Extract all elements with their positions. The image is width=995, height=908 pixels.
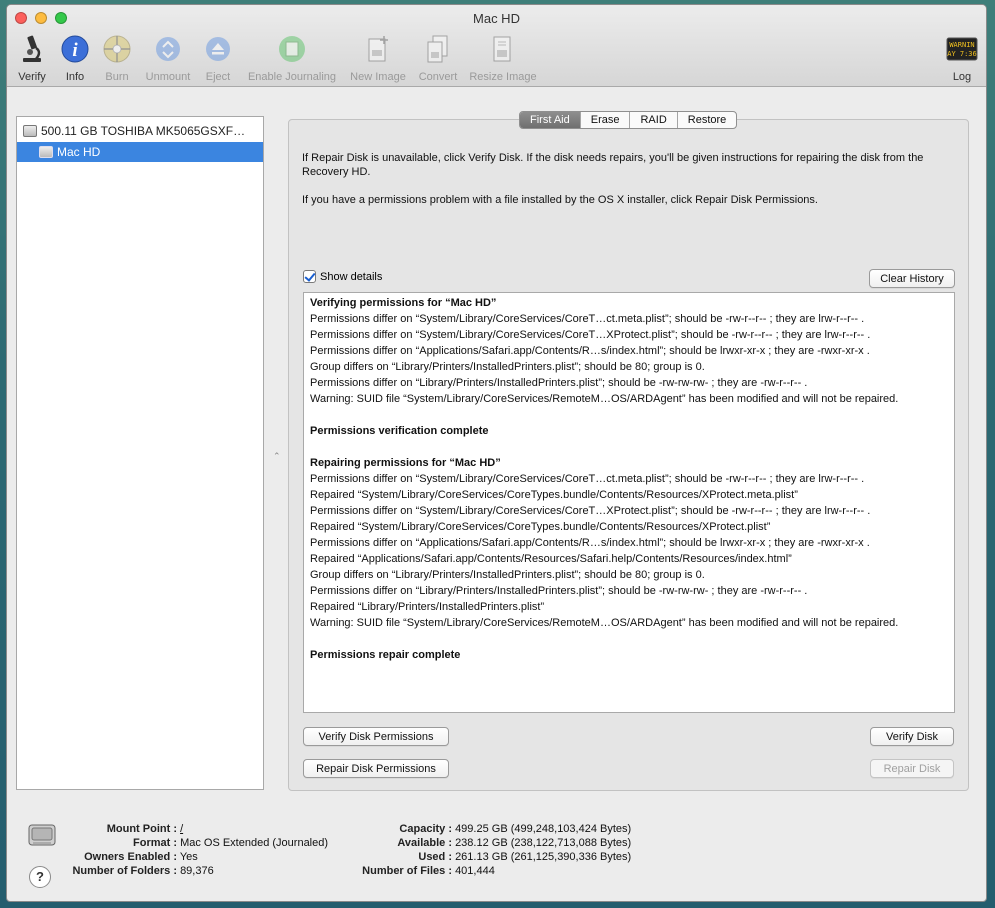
info-value: 499.25 GB (499,248,103,424 Bytes) xyxy=(455,823,632,835)
info-format: Format : Mac OS Extended (Journaled) xyxy=(67,836,328,850)
info-key: Mount Point : xyxy=(106,823,177,835)
log-icon-line1: WARNIN xyxy=(949,41,974,49)
info-value: Yes xyxy=(179,851,198,863)
new-image-icon xyxy=(362,33,394,65)
tab-erase[interactable]: Erase xyxy=(581,112,631,128)
toolbar-label: Enable Journaling xyxy=(247,71,337,83)
volume-label: Mac HD xyxy=(57,145,101,159)
window-title: Mac HD xyxy=(473,11,520,26)
log-heading: Repairing permissions for “Mac HD” xyxy=(310,457,501,469)
disk-list-sidebar: 500.11 GB TOSHIBA MK5065GSXF… Mac HD xyxy=(16,116,264,790)
tab-restore[interactable]: Restore xyxy=(678,112,737,128)
tab-raid[interactable]: RAID xyxy=(630,112,678,128)
log-line: Permissions differ on “System/Library/Co… xyxy=(310,473,865,485)
info-key: Owners Enabled : xyxy=(84,851,177,863)
log-line: Repaired “System/Library/CoreServices/Co… xyxy=(310,521,771,533)
repair-disk-button: Repair Disk xyxy=(870,759,954,778)
verify-disk-permissions-button[interactable]: Verify Disk Permissions xyxy=(303,727,449,746)
log-line: Permissions differ on “Applications/Safa… xyxy=(310,345,870,357)
log-heading: Verifying permissions for “Mac HD” xyxy=(310,297,497,309)
log-toolbar-button[interactable]: WARNIN AY 7:36 Log xyxy=(917,33,986,83)
info-available: Available : 238.12 GB (238,122,713,088 B… xyxy=(352,836,631,850)
info-value: 89,376 xyxy=(180,865,214,877)
convert-icon xyxy=(422,33,454,65)
first-aid-panel: If Repair Disk is unavailable, click Ver… xyxy=(288,119,969,791)
log-line: Permissions differ on “System/Library/Co… xyxy=(310,329,871,341)
enable-journaling-toolbar-button[interactable]: Enable Journaling xyxy=(247,33,337,83)
volume-info-footer: ? Mount Point : / Format : Mac OS Extend… xyxy=(7,795,986,901)
checkbox-checked[interactable] xyxy=(303,270,316,283)
toolbar-label: Eject xyxy=(205,71,231,83)
info-value: 238.12 GB (238,122,713,088 Bytes) xyxy=(455,837,632,849)
sidebar-item-volume[interactable]: Mac HD xyxy=(17,142,263,162)
info-key: Format : xyxy=(133,837,177,849)
log-line: Repaired “Applications/Safari.app/Conten… xyxy=(310,553,792,565)
log-line: Permissions differ on “Library/Printers/… xyxy=(310,585,808,597)
first-aid-instructions: If Repair Disk is unavailable, click Ver… xyxy=(302,151,957,221)
instructions-repair-disk: If Repair Disk is unavailable, click Ver… xyxy=(302,152,924,178)
help-button[interactable]: ? xyxy=(29,866,51,888)
info-value: Mac OS Extended (Journaled) xyxy=(180,837,329,849)
titlebar: Mac HD Verify i Info Burn Unmount Eject … xyxy=(7,5,986,87)
disk-utility-window: Mac HD Verify i Info Burn Unmount Eject … xyxy=(6,4,987,902)
info-number-of-files: Number of Files : 401,444 xyxy=(352,864,495,878)
log-line: Group differs on “Library/Printers/Insta… xyxy=(310,361,705,373)
log-line: Permissions differ on “System/Library/Co… xyxy=(310,505,871,517)
log-line: Repaired “Library/Printers/InstalledPrin… xyxy=(310,601,545,613)
log-icon: WARNIN AY 7:36 xyxy=(946,33,978,65)
hard-disk-icon xyxy=(27,819,57,849)
show-details-label: Show details xyxy=(320,270,383,283)
resize-image-toolbar-button[interactable]: Resize Image xyxy=(458,33,548,83)
toolbar-label: Log xyxy=(952,71,972,83)
log-line: Permissions differ on “Library/Printers/… xyxy=(310,377,808,389)
log-line: Permissions differ on “System/Library/Co… xyxy=(310,313,865,325)
tab-first-aid[interactable]: First Aid xyxy=(520,112,581,128)
volume-icon xyxy=(39,146,53,158)
info-value: 401,444 xyxy=(455,865,495,877)
info-key: Used : xyxy=(418,851,452,863)
log-line: Warning: SUID file “System/Library/CoreS… xyxy=(310,393,899,405)
info-capacity: Capacity : 499.25 GB (499,248,103,424 By… xyxy=(352,822,631,836)
instructions-permissions: If you have a permissions problem with a… xyxy=(302,194,818,206)
tab-bar: First Aid Erase RAID Restore xyxy=(519,111,738,129)
disk-label: 500.11 GB TOSHIBA MK5065GSXF… xyxy=(41,124,246,138)
info-key: Number of Folders : xyxy=(72,865,177,877)
journaling-icon xyxy=(276,33,308,65)
log-heading: Permissions verification complete xyxy=(310,425,489,437)
verify-disk-button[interactable]: Verify Disk xyxy=(870,727,954,746)
info-key: Capacity : xyxy=(399,823,452,835)
log-line: Permissions differ on “Applications/Safa… xyxy=(310,537,870,549)
info-key: Available : xyxy=(397,837,452,849)
info-number-of-folders: Number of Folders : 89,376 xyxy=(67,864,214,878)
eject-icon xyxy=(202,33,234,65)
toolbar: Verify i Info Burn Unmount Eject Enable … xyxy=(7,33,986,85)
toolbar-label: Resize Image xyxy=(469,71,537,83)
resize-image-icon xyxy=(487,33,519,65)
info-key: Number of Files : xyxy=(362,865,452,877)
info-owners-enabled: Owners Enabled : Yes xyxy=(67,850,198,864)
repair-disk-permissions-button[interactable]: Repair Disk Permissions xyxy=(303,759,449,778)
clear-history-button[interactable]: Clear History xyxy=(869,269,955,288)
info-used: Used : 261.13 GB (261,125,390,336 Bytes) xyxy=(352,850,631,864)
log-line: Warning: SUID file “System/Library/CoreS… xyxy=(310,617,899,629)
details-log[interactable]: Verifying permissions for “Mac HD” Permis… xyxy=(303,292,955,713)
info-mount-point: Mount Point : / xyxy=(67,822,183,836)
log-icon-line2: AY 7:36 xyxy=(947,50,977,58)
log-line: Group differs on “Library/Printers/Insta… xyxy=(310,569,705,581)
toolbar-label: Convert xyxy=(418,71,458,83)
hard-disk-icon xyxy=(23,125,37,137)
log-line: Repaired “System/Library/CoreServices/Co… xyxy=(310,489,798,501)
show-details-checkbox[interactable]: Show details xyxy=(303,270,382,283)
sidebar-item-disk[interactable]: 500.11 GB TOSHIBA MK5065GSXF… xyxy=(17,120,263,142)
mount-point-link[interactable]: / xyxy=(180,823,183,835)
info-value: 261.13 GB (261,125,390,336 Bytes) xyxy=(455,851,632,863)
log-heading: Permissions repair complete xyxy=(310,649,461,661)
splitter-handle[interactable]: ⌃ xyxy=(273,451,281,462)
